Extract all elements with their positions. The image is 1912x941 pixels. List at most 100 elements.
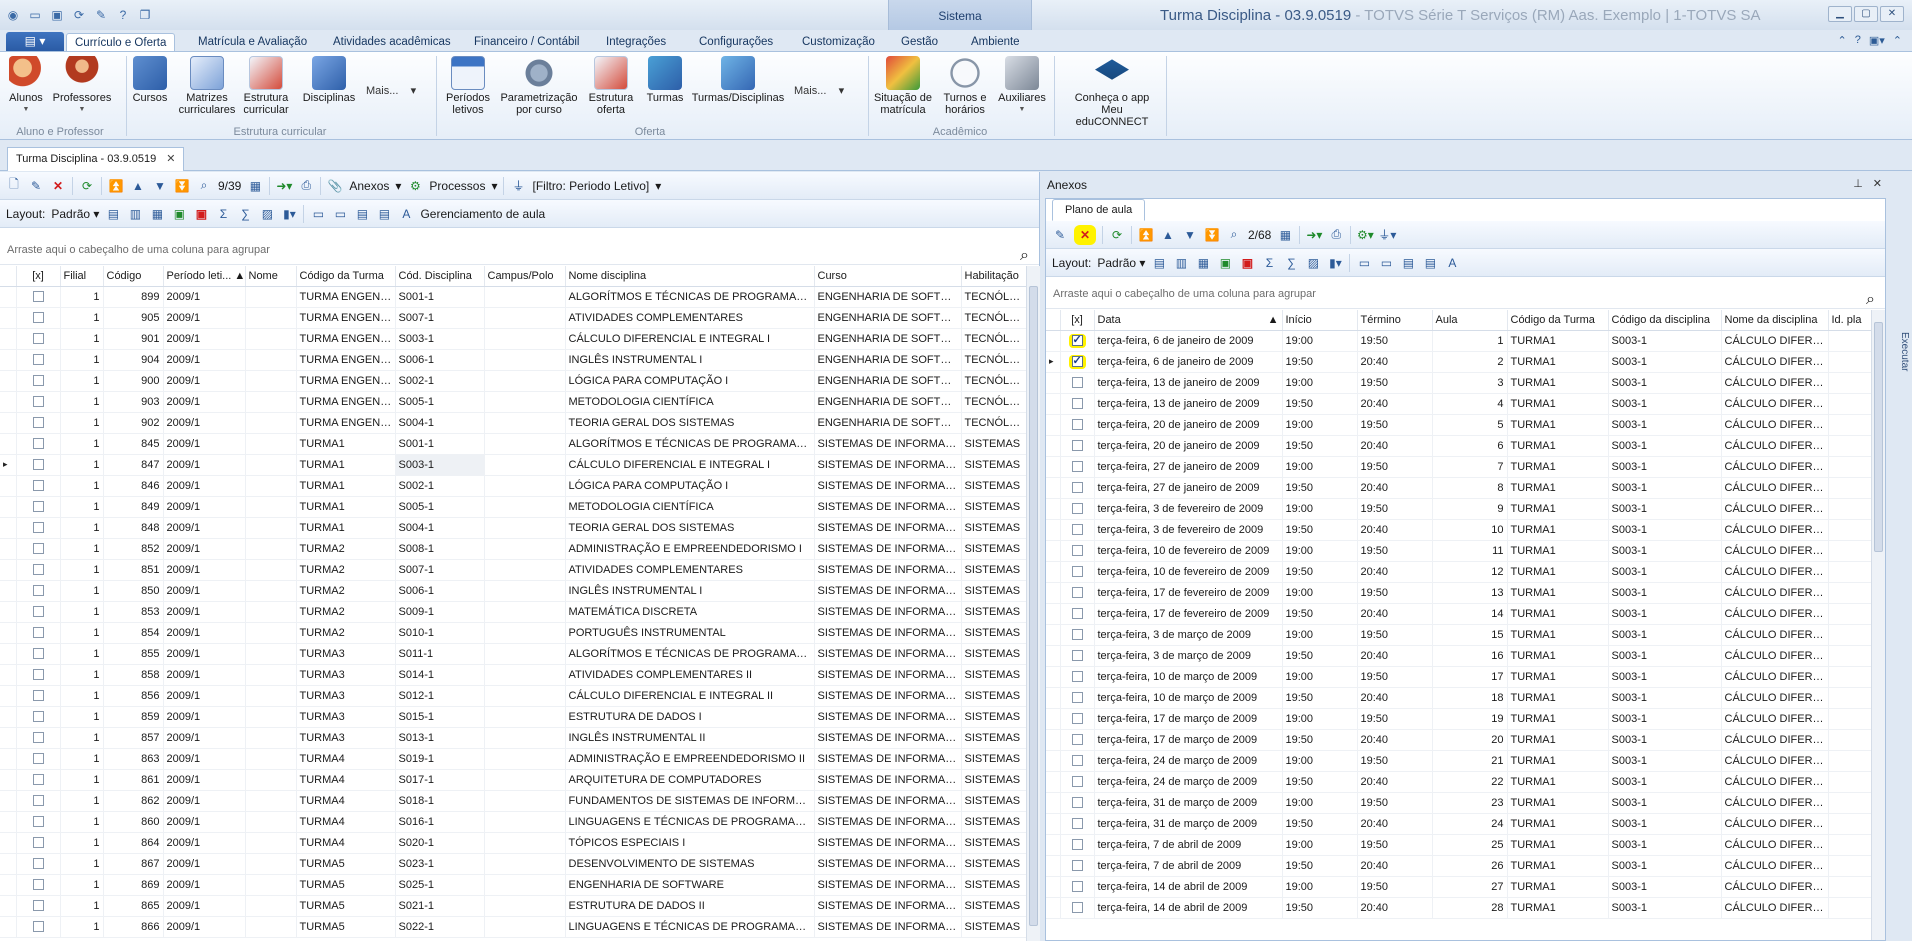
row-checkbox[interactable]	[32, 669, 44, 681]
row-checkbox-cell[interactable]	[1060, 603, 1095, 625]
layout-add-icon[interactable]: ▣	[171, 206, 187, 222]
table-cell[interactable]	[1828, 603, 1872, 625]
table-cell[interactable]: terça-feira, 31 de março de 2009	[1094, 792, 1283, 814]
table-cell[interactable]: 21	[1432, 750, 1508, 772]
table-cell[interactable]: SISTEMAS DE INFORMAÇÃO	[814, 832, 962, 854]
table-cell[interactable]: 851	[103, 559, 164, 581]
table-cell[interactable]: CÁLCULO DIFERE...	[1721, 603, 1829, 625]
table-cell[interactable]: 1	[60, 538, 104, 560]
table-cell[interactable]: S020-1	[395, 832, 485, 854]
table-cell[interactable]: CÁLCULO DIFERE...	[1721, 351, 1829, 373]
edit-icon[interactable]: ✎	[1052, 227, 1068, 243]
processos-menu[interactable]: Processos	[429, 179, 485, 193]
table-cell[interactable]: CÁLCULO DIFERE...	[1721, 330, 1829, 352]
row-indicator[interactable]	[0, 538, 17, 560]
pin-icon[interactable]: ⊥	[1853, 177, 1863, 190]
table-cell[interactable]	[245, 433, 297, 455]
first-record-icon[interactable]: ⏫	[1138, 227, 1154, 243]
row-indicator[interactable]	[1046, 519, 1061, 541]
table-cell[interactable]: 855	[103, 643, 164, 665]
row-checkbox[interactable]	[1071, 419, 1083, 431]
table-row[interactable]: 1 901 2009/1 TURMA ENGENH... S003-1 CÁLCULO D…	[0, 328, 1027, 350]
table-cell[interactable]	[1828, 813, 1872, 835]
row-checkbox[interactable]	[32, 564, 44, 576]
table-cell[interactable]: SISTEMAS	[961, 643, 1027, 665]
row-checkbox-cell[interactable]	[1060, 771, 1095, 793]
table-cell[interactable]: TURMA2	[296, 559, 396, 581]
table-cell[interactable]: TURMA1	[296, 496, 396, 518]
table-cell[interactable]: 2009/1	[163, 433, 246, 455]
table-cell[interactable]	[245, 622, 297, 644]
table-cell[interactable]: TURMA5	[296, 874, 396, 896]
tab-customizacao[interactable]: Customização	[794, 33, 883, 51]
table-row[interactable]: terça-feira, 10 de março de 2009 19:50 20:…	[1046, 687, 1872, 709]
print-icon[interactable]: ⎙	[1328, 227, 1344, 243]
table-cell[interactable]: ARQUITETURA DE COMPUTADORES	[565, 769, 815, 791]
row-checkbox[interactable]	[1071, 839, 1083, 851]
table-cell[interactable]: 2009/1	[163, 643, 246, 665]
table-cell[interactable]: TURMA3	[296, 664, 396, 686]
table-cell[interactable]: TURMA ENGENH...	[296, 307, 396, 329]
tab-configuracoes[interactable]: Configurações	[691, 33, 781, 51]
table-cell[interactable]: TURMA1	[1507, 813, 1609, 835]
table-cell[interactable]: TURMA1	[1507, 603, 1609, 625]
table-row[interactable]: 1 850 2009/1 TURMA2 S006-1 INGLÊS INSTRUMENTA…	[0, 580, 1027, 602]
table-cell[interactable]	[484, 328, 566, 350]
table-cell[interactable]: terça-feira, 14 de abril de 2009	[1094, 897, 1283, 919]
table-row[interactable]: 1 849 2009/1 TURMA1 S005-1 METODOLOGIA CIENTÍ…	[0, 496, 1027, 518]
row-checkbox-cell[interactable]	[1060, 561, 1095, 583]
table-cell[interactable]: TÓPICOS ESPECIAIS I	[565, 832, 815, 854]
row-indicator[interactable]	[1046, 855, 1061, 877]
table-cell[interactable]: 19:50	[1357, 372, 1433, 394]
row-checkbox[interactable]	[32, 585, 44, 597]
column-header[interactable]: Término	[1357, 310, 1433, 331]
table-cell[interactable]: LINGUAGENS E TÉCNICAS DE PROGRAMAÇÃO I	[565, 811, 815, 833]
row-checkbox[interactable]	[32, 732, 44, 744]
table-cell[interactable]	[245, 538, 297, 560]
table-cell[interactable]: 901	[103, 328, 164, 350]
table-cell[interactable]: 846	[103, 475, 164, 497]
table-cell[interactable]: 2009/1	[163, 286, 246, 308]
table-cell[interactable]: SISTEMAS DE INFORMAÇÃO	[814, 496, 962, 518]
row-checkbox[interactable]	[32, 480, 44, 492]
table-cell[interactable]: 852	[103, 538, 164, 560]
table-cell[interactable]: TURMA1	[1507, 729, 1609, 751]
table-cell[interactable]: 19:50	[1282, 477, 1358, 499]
tab-ambiente[interactable]: Ambiente	[963, 33, 1028, 51]
layout-delete-icon[interactable]: ▣	[1239, 255, 1255, 271]
table-cell[interactable]: S002-1	[395, 475, 485, 497]
table-cell[interactable]: 2009/1	[163, 916, 246, 938]
table-cell[interactable]	[484, 790, 566, 812]
table-cell[interactable]: 24	[1432, 813, 1508, 835]
tab-gestao[interactable]: Gestão	[893, 33, 946, 51]
row-indicator[interactable]	[1046, 645, 1061, 667]
column-header[interactable]: Curso	[814, 266, 962, 287]
table-row[interactable]: terça-feira, 17 de fevereiro de 2009 19:5…	[1046, 603, 1872, 625]
table-cell[interactable]: SISTEMAS	[961, 727, 1027, 749]
table-cell[interactable]: SISTEMAS	[961, 853, 1027, 875]
table-cell[interactable]: CÁLCULO DIFERE...	[1721, 540, 1829, 562]
table-cell[interactable]: TURMA1	[1507, 792, 1609, 814]
row-checkbox-cell[interactable]	[16, 580, 61, 602]
table-cell[interactable]	[484, 286, 566, 308]
row-checkbox[interactable]	[32, 501, 44, 513]
row-checkbox[interactable]	[1071, 629, 1083, 641]
table-cell[interactable]: S010-1	[395, 622, 485, 644]
table-cell[interactable]: 19:50	[1357, 834, 1433, 856]
chevron-down-icon[interactable]: ▾	[655, 179, 661, 193]
table-cell[interactable]: S021-1	[395, 895, 485, 917]
row-checkbox-cell[interactable]	[16, 874, 61, 896]
table-cell[interactable]: SISTEMAS	[961, 580, 1027, 602]
row-checkbox[interactable]	[1071, 440, 1083, 452]
table-cell[interactable]: SISTEMAS DE INFORMAÇÃO	[814, 538, 962, 560]
table-cell[interactable]: S003-1	[1608, 645, 1722, 667]
tab-financeiro-contabil[interactable]: Financeiro / Contábil	[466, 33, 587, 51]
row-checkbox[interactable]	[1071, 713, 1083, 725]
table-row[interactable]: terça-feira, 10 de março de 2009 19:00 19:…	[1046, 666, 1872, 688]
row-indicator[interactable]	[1046, 372, 1061, 394]
table-row[interactable]: terça-feira, 20 de janeiro de 2009 19:50 2…	[1046, 435, 1872, 457]
table-cell[interactable]: 2009/1	[163, 412, 246, 434]
table-row[interactable]: 1 866 2009/1 TURMA5 S022-1 LINGUAGENS E TÉCNI…	[0, 916, 1027, 938]
row-checkbox-cell[interactable]	[16, 853, 61, 875]
table-cell[interactable]: TURMA1	[1507, 834, 1609, 856]
